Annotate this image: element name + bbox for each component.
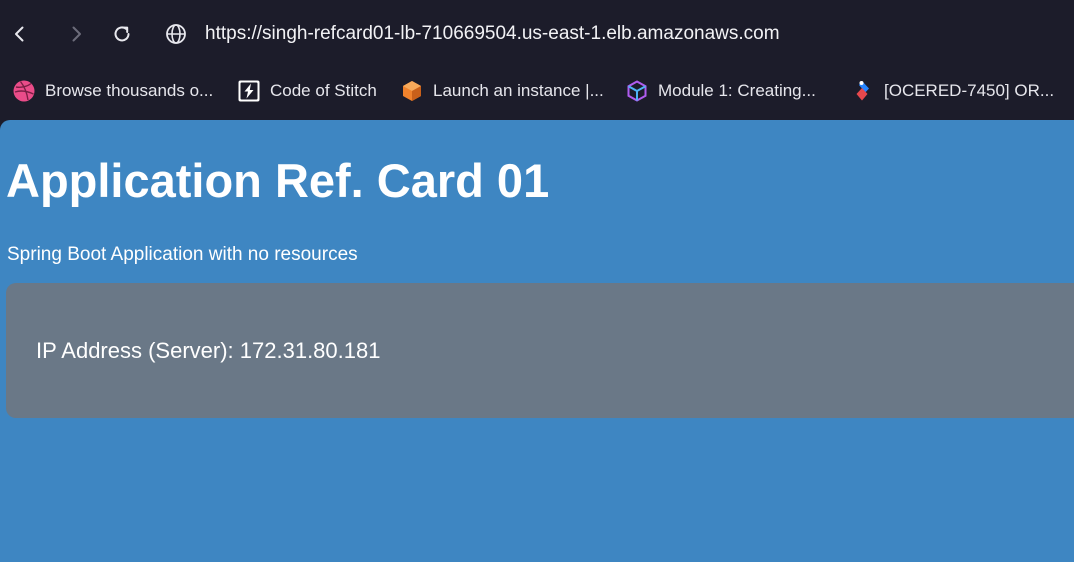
reload-icon xyxy=(114,26,130,42)
bookmark-item[interactable]: Browse thousands o... xyxy=(12,77,213,105)
bookmark-label: [OCERED-7450] OR... xyxy=(884,81,1055,100)
reload-button[interactable] xyxy=(107,19,137,49)
server-info-card: IP Address (Server): 172.31.80.181 xyxy=(6,283,1074,418)
forward-button[interactable] xyxy=(61,19,91,49)
bookmark-item[interactable]: Module 1: Creating... xyxy=(625,77,816,105)
globe-icon[interactable] xyxy=(165,23,187,45)
back-icon xyxy=(15,26,24,42)
browser-toolbar: https://singh-refcard01-lb-710669504.us-… xyxy=(0,0,1074,66)
forward-icon xyxy=(72,26,81,42)
bookmark-label: Launch an instance |... xyxy=(433,81,604,100)
page-subtitle: Spring Boot Application with no resource… xyxy=(7,244,358,265)
jira-icon xyxy=(856,81,869,101)
bookmark-item[interactable]: [OCERED-7450] OR... xyxy=(851,77,1054,105)
page-title: Application Ref. Card 01 xyxy=(6,154,550,207)
server-ip-text: IP Address (Server): 172.31.80.181 xyxy=(36,338,381,363)
back-button[interactable] xyxy=(5,19,35,49)
dribbble-icon xyxy=(13,80,35,102)
aws-cube-icon xyxy=(403,81,421,101)
module-cube-icon xyxy=(627,80,647,102)
bookmarks-bar: Browse thousands o... Code of Stitch Lau… xyxy=(0,66,1074,118)
bookmark-item[interactable]: Launch an instance |... xyxy=(400,77,604,105)
page-content: Application Ref. Card 01 Spring Boot App… xyxy=(0,120,1074,562)
bookmark-label: Module 1: Creating... xyxy=(658,81,816,100)
address-bar[interactable]: https://singh-refcard01-lb-710669504.us-… xyxy=(158,14,1074,54)
bookmark-label: Code of Stitch xyxy=(270,81,377,100)
bookmark-label: Browse thousands o... xyxy=(45,81,214,100)
stitch-icon xyxy=(238,80,260,102)
bookmark-item[interactable]: Code of Stitch xyxy=(237,77,377,105)
url-text[interactable]: https://singh-refcard01-lb-710669504.us-… xyxy=(205,23,780,45)
